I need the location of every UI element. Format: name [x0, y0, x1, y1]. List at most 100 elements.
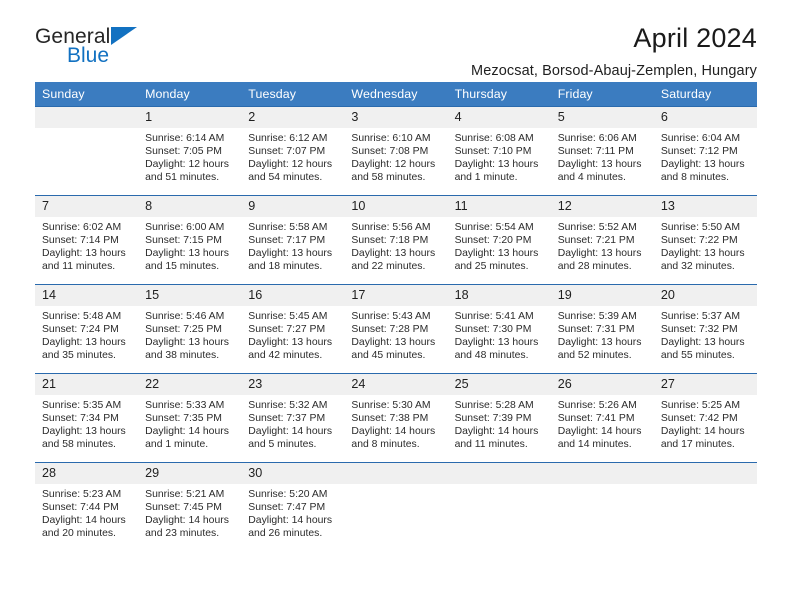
detail-daylight-line1: Daylight: 13 hours: [248, 248, 333, 260]
calendar-day-cell[interactable]: 15 Sunrise: 5:46 AM Sunset: 7:25 PM Dayligh…: [138, 284, 242, 374]
detail-daylight-line1: Daylight: 14 hours: [557, 426, 642, 438]
day-details: [448, 484, 551, 488]
calendar-day-cell[interactable]: 14 Sunrise: 5:48 AM Sunset: 7:24 PM Dayligh…: [35, 284, 139, 374]
day-cell-inner: 10 Sunrise: 5:56 AM Sunset: 7:18 PM Dayligh…: [344, 196, 448, 284]
day-number: 16: [241, 285, 345, 306]
detail-daylight-line2: and 1 minute.: [454, 172, 518, 184]
detail-sunrise: Sunrise: 5:33 AM: [145, 400, 225, 411]
calendar-day-cell[interactable]: 12 Sunrise: 5:52 AM Sunset: 7:21 PM Dayligh…: [550, 195, 654, 285]
day-details: Sunrise: 5:35 AM Sunset: 7:34 PM Daylight:…: [35, 395, 138, 451]
detail-daylight-line2: and 55 minutes.: [660, 350, 735, 362]
detail-daylight-line1: Daylight: 13 hours: [557, 159, 642, 171]
detail-daylight-line2: and 51 minutes.: [145, 172, 220, 184]
day-cell-inner: 19 Sunrise: 5:39 AM Sunset: 7:31 PM Dayligh…: [550, 285, 654, 373]
calendar-day-cell[interactable]: 3 Sunrise: 6:10 AM Sunset: 7:08 PM Daylight…: [344, 106, 448, 196]
detail-daylight-line1: Daylight: 13 hours: [454, 337, 539, 349]
day-number: [447, 463, 551, 484]
calendar-day-cell[interactable]: 19 Sunrise: 5:39 AM Sunset: 7:31 PM Dayligh…: [550, 284, 654, 374]
detail-daylight-line2: and 58 minutes.: [351, 172, 426, 184]
calendar-day-cell[interactable]: 1 Sunrise: 6:14 AM Sunset: 7:05 PM Daylight…: [138, 106, 242, 196]
detail-daylight-line1: Daylight: 12 hours: [248, 159, 333, 171]
detail-sunrise: Sunrise: 5:50 AM: [660, 222, 740, 233]
weekday-header-monday: Monday: [138, 82, 242, 107]
calendar-day-cell[interactable]: 4 Sunrise: 6:08 AM Sunset: 7:10 PM Daylight…: [447, 106, 551, 196]
detail-sunrise: Sunrise: 6:12 AM: [248, 133, 328, 144]
calendar-day-cell[interactable]: 7 Sunrise: 6:02 AM Sunset: 7:14 PM Daylight…: [35, 195, 139, 285]
day-cell-inner: 9 Sunrise: 5:58 AM Sunset: 7:17 PM Daylight…: [241, 196, 345, 284]
detail-sunrise: Sunrise: 5:21 AM: [145, 489, 225, 500]
detail-sunrise: Sunrise: 5:58 AM: [248, 222, 328, 233]
calendar-day-cell[interactable]: 23 Sunrise: 5:32 AM Sunset: 7:37 PM Dayligh…: [241, 373, 345, 463]
calendar-day-cell[interactable]: 20 Sunrise: 5:37 AM Sunset: 7:32 PM Dayligh…: [653, 284, 757, 374]
day-number: 29: [138, 463, 242, 484]
detail-daylight-line1: Daylight: 13 hours: [42, 426, 126, 438]
detail-sunrise: Sunrise: 6:14 AM: [145, 133, 225, 144]
detail-daylight-line2: and 17 minutes.: [660, 439, 735, 451]
detail-sunset: Sunset: 7:38 PM: [351, 413, 429, 425]
detail-sunset: Sunset: 7:24 PM: [42, 324, 119, 336]
calendar-empty-cell: [35, 106, 139, 196]
day-details: Sunrise: 5:25 AM Sunset: 7:42 PM Daylight:…: [654, 395, 757, 451]
calendar-day-cell[interactable]: 21 Sunrise: 5:35 AM Sunset: 7:34 PM Dayligh…: [35, 373, 139, 463]
day-details: Sunrise: 6:06 AM Sunset: 7:11 PM Daylight:…: [551, 128, 654, 184]
detail-sunset: Sunset: 7:39 PM: [454, 413, 532, 425]
day-number: 25: [447, 374, 551, 395]
calendar-day-cell[interactable]: 10 Sunrise: 5:56 AM Sunset: 7:18 PM Dayligh…: [344, 195, 448, 285]
detail-sunrise: Sunrise: 5:25 AM: [660, 400, 740, 411]
calendar-day-cell[interactable]: 27 Sunrise: 5:25 AM Sunset: 7:42 PM Dayligh…: [653, 373, 757, 463]
detail-daylight-line2: and 14 minutes.: [557, 439, 632, 451]
detail-daylight-line1: Daylight: 12 hours: [351, 159, 436, 171]
day-details: Sunrise: 6:04 AM Sunset: 7:12 PM Daylight:…: [654, 128, 757, 184]
calendar-day-cell[interactable]: 5 Sunrise: 6:06 AM Sunset: 7:11 PM Daylight…: [550, 106, 654, 196]
detail-daylight-line1: Daylight: 13 hours: [660, 337, 745, 349]
calendar-day-cell[interactable]: 25 Sunrise: 5:28 AM Sunset: 7:39 PM Dayligh…: [447, 373, 551, 463]
detail-daylight-line1: Daylight: 12 hours: [145, 159, 229, 171]
day-cell-inner: 6 Sunrise: 6:04 AM Sunset: 7:12 PM Daylight…: [653, 107, 757, 195]
detail-daylight-line2: and 8 minutes.: [660, 172, 730, 184]
calendar-day-cell[interactable]: 26 Sunrise: 5:26 AM Sunset: 7:41 PM Dayligh…: [550, 373, 654, 463]
detail-daylight-line2: and 52 minutes.: [557, 350, 632, 362]
calendar-day-cell[interactable]: 17 Sunrise: 5:43 AM Sunset: 7:28 PM Dayligh…: [344, 284, 448, 374]
day-cell-inner: 26 Sunrise: 5:26 AM Sunset: 7:41 PM Dayligh…: [550, 374, 654, 462]
calendar-day-cell[interactable]: 24 Sunrise: 5:30 AM Sunset: 7:38 PM Dayligh…: [344, 373, 448, 463]
weekday-header-saturday: Saturday: [653, 82, 757, 107]
calendar-day-cell[interactable]: 6 Sunrise: 6:04 AM Sunset: 7:12 PM Daylight…: [653, 106, 757, 196]
calendar-day-cell[interactable]: 18 Sunrise: 5:41 AM Sunset: 7:30 PM Dayligh…: [447, 284, 551, 374]
detail-daylight-line2: and 25 minutes.: [454, 261, 529, 273]
detail-daylight-line1: Daylight: 13 hours: [42, 337, 126, 349]
day-details: Sunrise: 5:54 AM Sunset: 7:20 PM Daylight:…: [448, 217, 551, 273]
detail-sunset: Sunset: 7:10 PM: [454, 146, 532, 158]
calendar-empty-cell: [344, 462, 448, 552]
detail-daylight-line1: Daylight: 14 hours: [145, 426, 229, 438]
calendar-day-cell[interactable]: 13 Sunrise: 5:50 AM Sunset: 7:22 PM Dayligh…: [653, 195, 757, 285]
calendar-day-cell[interactable]: 8 Sunrise: 6:00 AM Sunset: 7:15 PM Daylight…: [138, 195, 242, 285]
calendar-day-cell[interactable]: 28 Sunrise: 5:23 AM Sunset: 7:44 PM Dayligh…: [35, 462, 139, 552]
detail-daylight-line1: Daylight: 14 hours: [351, 426, 436, 438]
calendar-day-cell[interactable]: 11 Sunrise: 5:54 AM Sunset: 7:20 PM Dayligh…: [447, 195, 551, 285]
calendar-day-cell[interactable]: 29 Sunrise: 5:21 AM Sunset: 7:45 PM Dayligh…: [138, 462, 242, 552]
day-number: 23: [241, 374, 345, 395]
detail-daylight-line1: Daylight: 14 hours: [660, 426, 745, 438]
calendar-day-cell[interactable]: 2 Sunrise: 6:12 AM Sunset: 7:07 PM Daylight…: [241, 106, 345, 196]
day-cell-inner: 11 Sunrise: 5:54 AM Sunset: 7:20 PM Dayligh…: [447, 196, 551, 284]
calendar-page: General Blue April 2024 Mezocsat, Borsod…: [0, 0, 792, 612]
day-cell-inner: 4 Sunrise: 6:08 AM Sunset: 7:10 PM Daylight…: [447, 107, 551, 195]
calendar-day-cell[interactable]: 9 Sunrise: 5:58 AM Sunset: 7:17 PM Daylight…: [241, 195, 345, 285]
day-details: Sunrise: 5:43 AM Sunset: 7:28 PM Daylight:…: [344, 306, 447, 362]
detail-sunset: Sunset: 7:20 PM: [454, 235, 532, 247]
detail-daylight-line1: Daylight: 13 hours: [248, 337, 333, 349]
day-number: 12: [550, 196, 654, 217]
detail-sunset: Sunset: 7:11 PM: [557, 146, 634, 158]
detail-sunrise: Sunrise: 6:02 AM: [42, 222, 122, 233]
detail-sunset: Sunset: 7:44 PM: [42, 502, 119, 514]
detail-daylight-line2: and 26 minutes.: [248, 528, 323, 540]
detail-sunrise: Sunrise: 6:08 AM: [454, 133, 534, 144]
calendar-day-cell[interactable]: 16 Sunrise: 5:45 AM Sunset: 7:27 PM Dayligh…: [241, 284, 345, 374]
detail-sunset: Sunset: 7:32 PM: [660, 324, 738, 336]
day-details: Sunrise: 5:50 AM Sunset: 7:22 PM Daylight:…: [654, 217, 757, 273]
day-details: Sunrise: 5:48 AM Sunset: 7:24 PM Daylight:…: [35, 306, 138, 362]
detail-daylight-line2: and 45 minutes.: [351, 350, 426, 362]
calendar-day-cell[interactable]: 22 Sunrise: 5:33 AM Sunset: 7:35 PM Dayligh…: [138, 373, 242, 463]
calendar-day-cell[interactable]: 30 Sunrise: 5:20 AM Sunset: 7:47 PM Dayligh…: [241, 462, 345, 552]
day-cell-inner: [35, 107, 139, 195]
